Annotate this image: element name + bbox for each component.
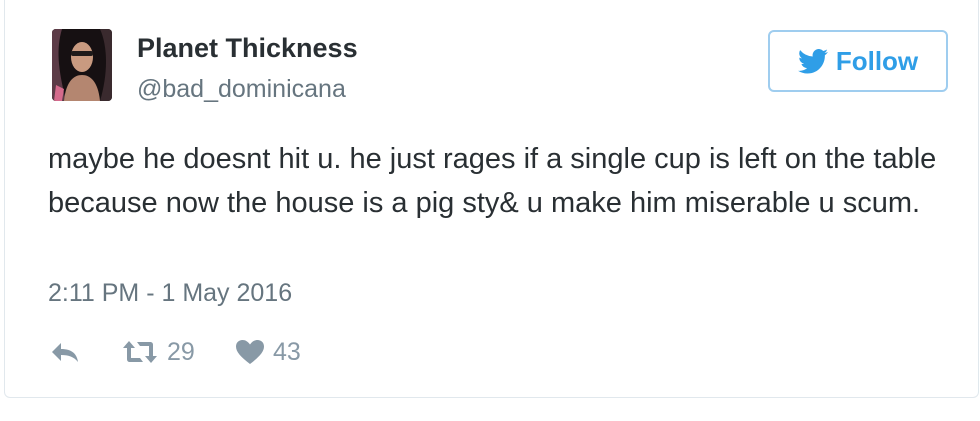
retweet-icon	[121, 339, 159, 365]
bird-icon	[797, 48, 828, 74]
reply-button[interactable]	[49, 335, 81, 369]
reply-icon	[49, 340, 81, 364]
avatar[interactable]	[52, 29, 112, 101]
author-name[interactable]: Planet Thickness	[137, 33, 358, 64]
like-count: 43	[273, 337, 301, 366]
retweet-button[interactable]: 29	[121, 335, 195, 369]
tweet-timestamp[interactable]: 2:11 PM - 1 May 2016	[48, 279, 292, 308]
like-button[interactable]: 43	[235, 335, 301, 369]
follow-label: Follow	[835, 45, 919, 76]
follow-button[interactable]: Follow	[768, 30, 948, 92]
heart-icon	[235, 339, 265, 365]
tweet-card: Planet Thickness @bad_dominicana Follow …	[4, 0, 979, 398]
tweet-text: maybe he doesnt hit u. he just rages if …	[48, 143, 937, 219]
retweet-count: 29	[167, 337, 195, 366]
author-handle[interactable]: @bad_dominicana	[137, 75, 346, 104]
